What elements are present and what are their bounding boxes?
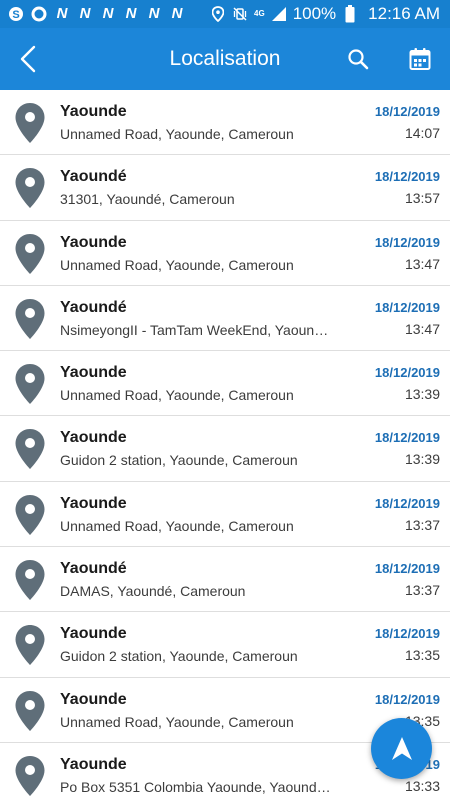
location-city: Yaounde bbox=[60, 494, 127, 512]
location-icon bbox=[210, 6, 226, 22]
notification-icons: S N N N N N N bbox=[8, 6, 185, 22]
search-button[interactable] bbox=[340, 41, 376, 77]
location-address: Po Box 5351 Colombia Yaounde, Yaounde,… bbox=[60, 778, 335, 795]
map-pin-icon bbox=[15, 364, 45, 405]
skype-icon: S bbox=[8, 6, 24, 22]
location-list: Yaounde Unnamed Road, Yaounde, Cameroun 18… bbox=[0, 90, 450, 800]
map-pin-icon bbox=[15, 625, 45, 666]
location-time: 13:39 bbox=[404, 451, 440, 468]
map-pin-icon bbox=[15, 494, 45, 535]
location-list-item[interactable]: Yaounde Guidon 2 station, Yaounde, Camero… bbox=[0, 612, 450, 678]
location-address: Unnamed Road, Yaounde, Cameroun bbox=[60, 387, 294, 404]
location-address: Guidon 2 station, Yaounde, Cameroun bbox=[60, 452, 298, 469]
location-city: Yaounde bbox=[60, 364, 127, 382]
map-pin-icon bbox=[15, 298, 45, 339]
location-time: 13:37 bbox=[404, 516, 440, 533]
navigation-arrow-icon bbox=[391, 736, 412, 760]
calendar-icon bbox=[409, 48, 431, 70]
location-date: 18/12/2019 bbox=[374, 365, 440, 381]
n-icon: N bbox=[125, 5, 137, 22]
location-date: 18/12/2019 bbox=[374, 626, 440, 642]
map-pin-icon bbox=[15, 168, 45, 209]
location-list-item[interactable]: Yaounde Unnamed Road, Yaounde, Cameroun 18… bbox=[0, 90, 450, 156]
location-address: Guidon 2 station, Yaounde, Cameroun bbox=[60, 648, 298, 665]
n-icon: N bbox=[56, 5, 68, 22]
map-pin-icon bbox=[15, 103, 45, 143]
location-list-item[interactable]: Yaounde Unnamed Road, Yaounde, Cameroun 18… bbox=[0, 481, 450, 548]
battery-percentage: 100% bbox=[292, 4, 337, 23]
location-list-item[interactable]: Yaoundé NsimeyongII - TamTam WeekEnd, Yao… bbox=[0, 285, 450, 352]
location-address: 31301, Yaoundé, Cameroun bbox=[60, 191, 235, 208]
location-date: 18/12/2019 bbox=[374, 104, 440, 119]
location-address: NsimeyongII - TamTam WeekEnd, Yaoundé,… bbox=[60, 321, 335, 338]
map-pin-icon bbox=[15, 690, 45, 731]
map-pin-icon bbox=[15, 755, 45, 796]
location-city: Yaoundé bbox=[60, 298, 127, 316]
location-time: 13:35 bbox=[404, 647, 440, 664]
location-address: Unnamed Road, Yaounde, Cameroun bbox=[60, 713, 294, 730]
navigation-fab-button[interactable] bbox=[371, 718, 432, 779]
search-icon bbox=[348, 49, 369, 70]
location-list-item[interactable]: Yaounde Guidon 2 station, Yaounde, Camero… bbox=[0, 416, 450, 482]
calendar-button[interactable] bbox=[402, 41, 438, 77]
location-date: 18/12/2019 bbox=[374, 561, 440, 577]
page-title: Localisation bbox=[169, 47, 281, 70]
location-address: Unnamed Road, Yaounde, Cameroun bbox=[60, 517, 294, 534]
n-icon: N bbox=[102, 5, 114, 22]
back-button[interactable] bbox=[10, 41, 46, 77]
location-address: DAMAS, Yaoundé, Cameroun bbox=[60, 583, 246, 600]
location-list-item[interactable]: Yaounde Unnamed Road, Yaounde, Cameroun 18… bbox=[0, 351, 450, 417]
location-time: 14:07 bbox=[404, 125, 440, 141]
map-pin-icon bbox=[15, 429, 45, 470]
svg-text:S: S bbox=[12, 9, 19, 21]
n-icon: N bbox=[148, 5, 160, 22]
ring-icon bbox=[31, 6, 47, 22]
location-time: 13:39 bbox=[404, 386, 440, 403]
location-address: Unnamed Road, Yaounde, Cameroun bbox=[60, 126, 294, 142]
location-time: 13:33 bbox=[404, 777, 440, 794]
location-date: 18/12/2019 bbox=[374, 299, 440, 315]
location-city: Yaoundé bbox=[60, 560, 127, 578]
n-icon: N bbox=[79, 5, 91, 22]
location-time: 13:47 bbox=[404, 255, 440, 272]
location-list-item[interactable]: Yaounde Unnamed Road, Yaounde, Cameroun 18… bbox=[0, 220, 450, 286]
app-bar: Localisation bbox=[0, 28, 450, 90]
location-time: 13:37 bbox=[404, 582, 440, 599]
signal-icon bbox=[271, 6, 287, 22]
location-date: 18/12/2019 bbox=[374, 691, 440, 707]
chevron-left-icon bbox=[20, 45, 36, 73]
location-city: Yaounde bbox=[60, 625, 127, 643]
location-city: Yaounde bbox=[60, 755, 127, 773]
location-time: 13:57 bbox=[404, 190, 440, 207]
battery-icon bbox=[342, 5, 358, 23]
map-pin-icon bbox=[15, 233, 45, 274]
location-city: Yaounde bbox=[60, 103, 127, 120]
location-date: 18/12/2019 bbox=[374, 430, 440, 446]
location-city: Yaounde bbox=[60, 429, 127, 447]
location-city: Yaounde bbox=[60, 690, 127, 708]
location-list-item[interactable]: Yaoundé DAMAS, Yaoundé, Cameroun 18/12/201… bbox=[0, 547, 450, 613]
location-city: Yaounde bbox=[60, 233, 127, 251]
location-address: Unnamed Road, Yaounde, Cameroun bbox=[60, 256, 294, 273]
location-list-item[interactable]: Yaoundé 31301, Yaoundé, Cameroun 18/12/201… bbox=[0, 155, 450, 221]
location-date: 18/12/2019 bbox=[374, 495, 440, 511]
location-date: 18/12/2019 bbox=[374, 234, 440, 250]
n-icon: N bbox=[171, 5, 183, 22]
status-bar: S N N N N N N 4G 100% 12:16 AM bbox=[0, 0, 450, 28]
location-time: 13:47 bbox=[404, 320, 440, 337]
map-pin-icon bbox=[15, 560, 45, 601]
location-city: Yaoundé bbox=[60, 168, 127, 186]
vibrate-mute-icon bbox=[232, 6, 248, 22]
status-time: 12:16 AM bbox=[368, 4, 440, 23]
system-indicators: 4G 100% 12:16 AM bbox=[210, 4, 440, 24]
network-type-label: 4G bbox=[254, 9, 265, 18]
location-date: 18/12/2019 bbox=[374, 169, 440, 185]
